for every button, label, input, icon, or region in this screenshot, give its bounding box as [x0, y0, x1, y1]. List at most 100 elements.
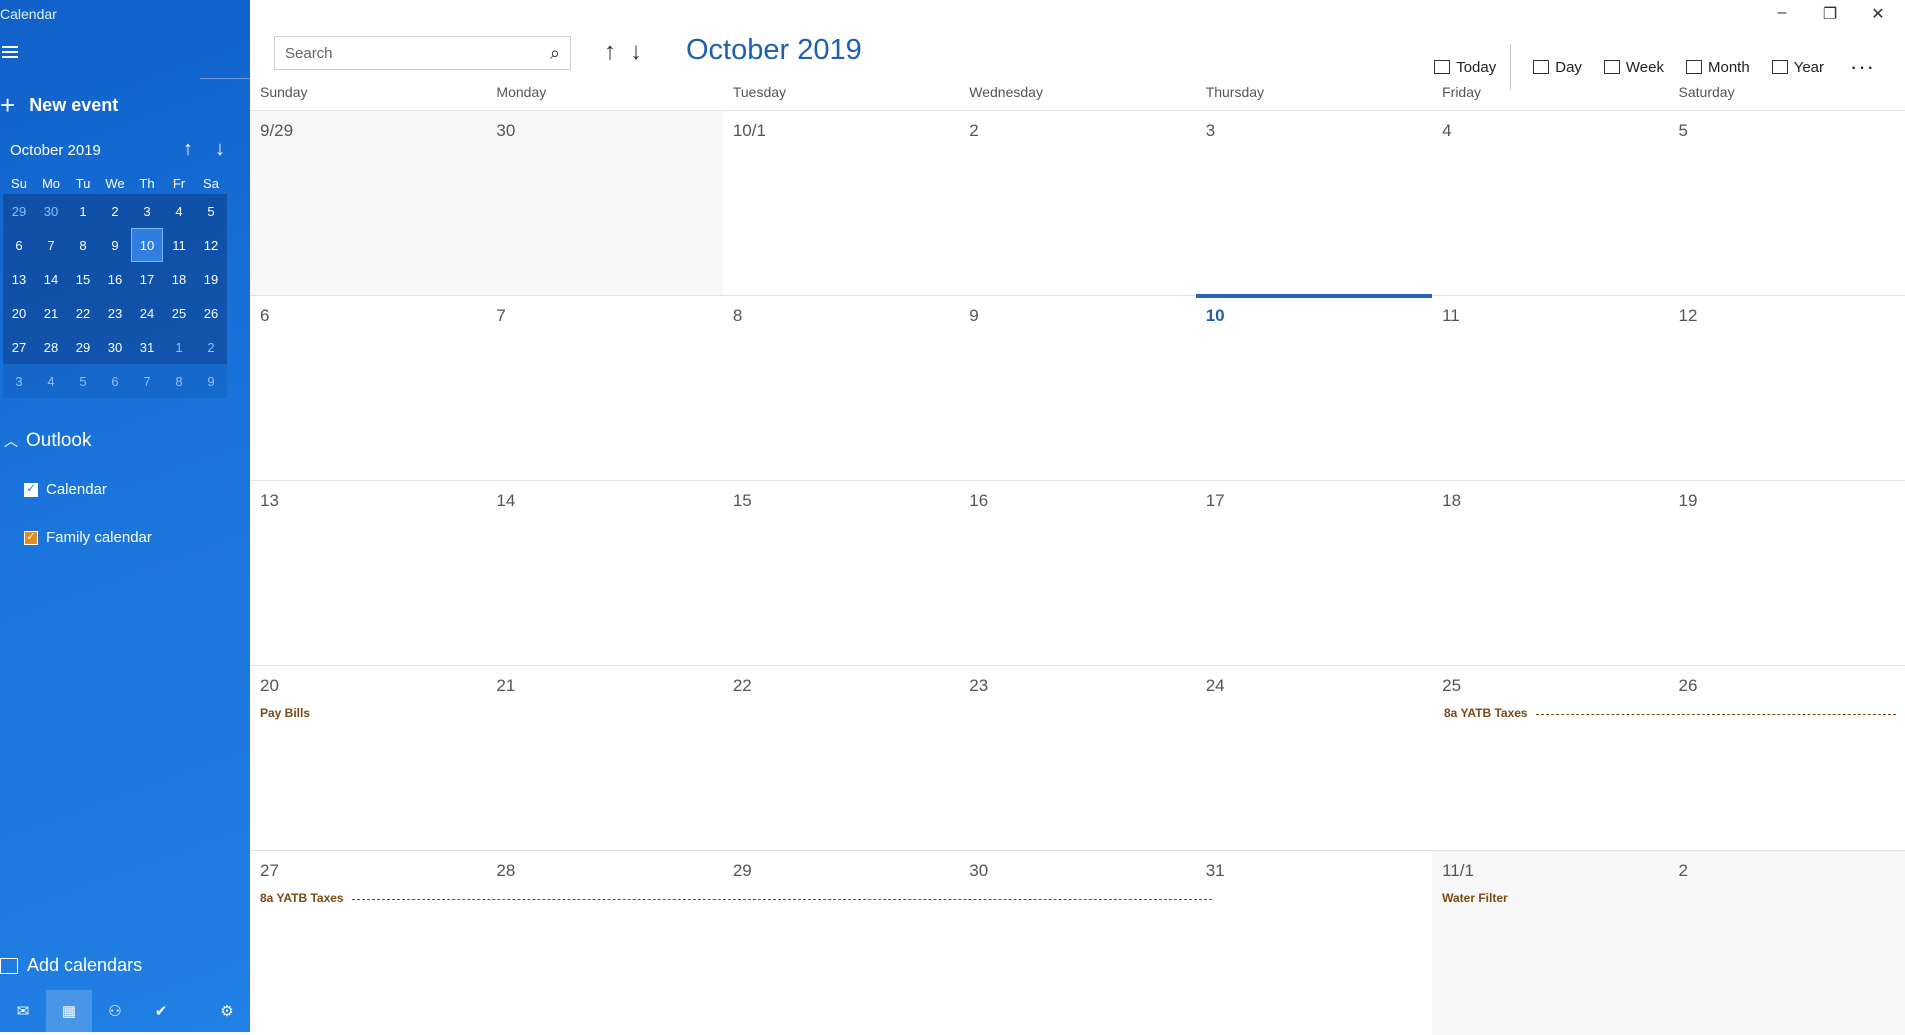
- previous-month-icon[interactable]: ↑: [604, 38, 616, 66]
- day-cell[interactable]: 20 Pay Bills: [250, 666, 486, 850]
- people-icon[interactable]: ⚇: [92, 990, 138, 1032]
- mini-day[interactable]: 14: [35, 262, 67, 296]
- event-yatb-taxes[interactable]: 8a YATB Taxes: [260, 891, 1220, 905]
- calendar-icon[interactable]: ▦: [46, 990, 92, 1032]
- mini-day[interactable]: 2: [195, 330, 227, 364]
- day-cell[interactable]: 30: [959, 851, 1195, 1035]
- arrow-down-icon[interactable]: ↓: [210, 138, 230, 161]
- today-button[interactable]: Today: [1434, 59, 1496, 76]
- mini-day[interactable]: 4: [163, 194, 195, 228]
- day-cell[interactable]: 17: [1196, 481, 1432, 665]
- hamburger-icon[interactable]: [2, 46, 18, 58]
- day-cell[interactable]: 12: [1669, 296, 1905, 480]
- calendar-toggle-calendar[interactable]: ✓ Calendar: [24, 481, 107, 498]
- day-cell[interactable]: 18: [1432, 481, 1668, 665]
- mini-day[interactable]: 30: [35, 194, 67, 228]
- month-view-button[interactable]: Month: [1686, 59, 1750, 76]
- mini-day[interactable]: 2: [99, 194, 131, 228]
- day-cell-today[interactable]: 10: [1195, 294, 1433, 480]
- day-cell[interactable]: 21: [486, 666, 722, 850]
- arrow-up-icon[interactable]: ↑: [178, 138, 198, 161]
- mini-day[interactable]: 6: [99, 364, 131, 398]
- mini-day[interactable]: 11: [163, 228, 195, 262]
- checkbox-icon[interactable]: ✓: [24, 482, 38, 497]
- restore-icon[interactable]: ❐: [1821, 4, 1839, 24]
- mini-day[interactable]: 1: [163, 330, 195, 364]
- mini-day[interactable]: 25: [163, 296, 195, 330]
- search-input[interactable]: Search ⌕: [274, 36, 571, 70]
- day-cell[interactable]: 15: [723, 481, 959, 665]
- mini-day[interactable]: 29: [67, 330, 99, 364]
- mini-day[interactable]: 15: [67, 262, 99, 296]
- outlook-section-toggle[interactable]: ︿ Outlook: [0, 430, 91, 452]
- mini-day[interactable]: 28: [35, 330, 67, 364]
- day-cell[interactable]: 16: [959, 481, 1195, 665]
- mini-day[interactable]: 20: [3, 296, 35, 330]
- mini-day[interactable]: 6: [3, 228, 35, 262]
- mini-day[interactable]: 3: [3, 364, 35, 398]
- day-cell[interactable]: 10/1: [723, 111, 959, 295]
- day-cell[interactable]: 8: [723, 296, 959, 480]
- day-cell[interactable]: 24: [1196, 666, 1432, 850]
- day-cell[interactable]: 19: [1669, 481, 1905, 665]
- close-icon[interactable]: ✕: [1869, 4, 1887, 24]
- day-cell[interactable]: 2: [1668, 851, 1905, 1035]
- mini-day[interactable]: 7: [35, 228, 67, 262]
- day-cell[interactable]: 11: [1432, 296, 1668, 480]
- day-cell[interactable]: 23: [959, 666, 1195, 850]
- more-options-icon[interactable]: ···: [1850, 54, 1875, 80]
- mini-day[interactable]: 13: [3, 262, 35, 296]
- mini-day[interactable]: 27: [3, 330, 35, 364]
- mini-day[interactable]: 31: [131, 330, 163, 364]
- day-cell[interactable]: 25: [1432, 666, 1668, 850]
- day-cell[interactable]: 26: [1669, 666, 1905, 850]
- day-cell[interactable]: 30: [486, 111, 723, 295]
- day-cell[interactable]: 2: [959, 111, 1195, 295]
- mini-day[interactable]: 26: [195, 296, 227, 330]
- day-cell[interactable]: 4: [1432, 111, 1668, 295]
- mini-day[interactable]: 8: [163, 364, 195, 398]
- mini-day[interactable]: 30: [99, 330, 131, 364]
- mini-day[interactable]: 29: [3, 194, 35, 228]
- minimize-icon[interactable]: –: [1773, 4, 1791, 24]
- mini-day[interactable]: 18: [163, 262, 195, 296]
- mini-day[interactable]: 5: [67, 364, 99, 398]
- mini-day[interactable]: 5: [195, 194, 227, 228]
- gear-icon[interactable]: ⚙: [204, 990, 250, 1032]
- day-cell[interactable]: 7: [486, 296, 722, 480]
- todo-icon[interactable]: ✔: [138, 990, 184, 1032]
- mini-day[interactable]: 7: [131, 364, 163, 398]
- checkbox-icon[interactable]: ✓: [24, 530, 38, 545]
- mini-day[interactable]: 21: [35, 296, 67, 330]
- day-cell[interactable]: 11/1 Water Filter: [1432, 851, 1669, 1035]
- event-water-filter[interactable]: Water Filter: [1442, 891, 1508, 905]
- day-cell[interactable]: 9: [959, 296, 1195, 480]
- day-cell[interactable]: 29: [723, 851, 959, 1035]
- mini-day[interactable]: 9: [195, 364, 227, 398]
- mini-day[interactable]: 12: [195, 228, 227, 262]
- mini-day[interactable]: 24: [131, 296, 163, 330]
- mini-day[interactable]: 22: [67, 296, 99, 330]
- day-view-button[interactable]: Day: [1533, 59, 1582, 76]
- event-pay-bills[interactable]: Pay Bills: [260, 706, 310, 720]
- new-event-button[interactable]: + New event: [0, 90, 118, 120]
- mini-day[interactable]: 19: [195, 262, 227, 296]
- add-calendars-button[interactable]: Add calendars: [0, 955, 142, 976]
- day-cell[interactable]: 6: [250, 296, 486, 480]
- mini-day-today[interactable]: 10: [131, 228, 163, 262]
- day-cell[interactable]: 14: [486, 481, 722, 665]
- mini-day[interactable]: 4: [35, 364, 67, 398]
- day-cell[interactable]: 5: [1669, 111, 1905, 295]
- day-cell[interactable]: 28: [486, 851, 722, 1035]
- event-yatb-taxes[interactable]: 8a YATB Taxes: [1444, 706, 1898, 720]
- day-cell[interactable]: 27: [250, 851, 486, 1035]
- mini-day[interactable]: 8: [67, 228, 99, 262]
- next-month-icon[interactable]: ↓: [630, 38, 642, 66]
- day-cell[interactable]: 13: [250, 481, 486, 665]
- search-icon[interactable]: ⌕: [550, 43, 560, 64]
- mini-day[interactable]: 17: [131, 262, 163, 296]
- mini-day[interactable]: 23: [99, 296, 131, 330]
- mini-day[interactable]: 9: [99, 228, 131, 262]
- day-cell[interactable]: 22: [723, 666, 959, 850]
- week-view-button[interactable]: Week: [1603, 59, 1664, 76]
